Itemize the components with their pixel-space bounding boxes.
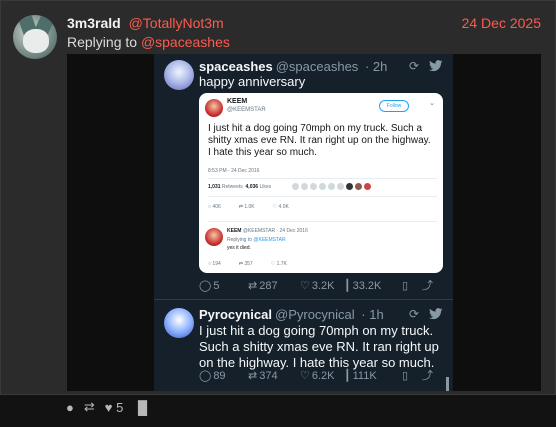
- views-icon: ┃: [344, 369, 351, 382]
- chevron-down-icon: ⌄: [429, 100, 435, 107]
- retweet-button[interactable]: ⇄ 287: [248, 280, 300, 292]
- retweet-icon: ⇄ 1.0K: [238, 204, 255, 210]
- tweet-age: · 1h: [361, 307, 384, 322]
- tweet-avatar[interactable]: [164, 308, 194, 338]
- reply-button[interactable]: ◯ 5: [199, 280, 248, 292]
- keem-reply-avatar: [205, 228, 223, 246]
- user-handle[interactable]: @TotallyNot3m: [129, 15, 224, 31]
- bookmark-icon: ▯: [402, 369, 409, 382]
- reply-text: yes it died.: [227, 245, 251, 251]
- tweet-avatar[interactable]: [164, 60, 194, 90]
- share-button[interactable]: ⤴: [422, 279, 433, 292]
- card-author-handle: @KEEMSTAR: [227, 107, 266, 113]
- views-button[interactable]: ┃ 111K: [344, 370, 402, 382]
- tweet-text: I just hit a dog going 70mph on my truck…: [199, 323, 439, 370]
- reply-icon: ○ 194: [208, 261, 221, 267]
- card-author-name: KEEM: [227, 98, 248, 105]
- tweet-actions: ◯ 89 ⇄ 374 ♡ 6.2K ┃ 111K ▯ ⤴: [199, 370, 443, 382]
- tweet-author-handle[interactable]: @spaceashes: [276, 59, 359, 74]
- heart-icon: ♡ 4.0K: [272, 204, 289, 210]
- tweet-author-name[interactable]: Pyrocynical: [199, 307, 272, 322]
- heart-icon: ♡: [300, 369, 310, 382]
- retweet-button[interactable]: ⇄ 374: [248, 370, 300, 382]
- replying-prefix: Replying to: [67, 34, 138, 50]
- scrollbar[interactable]: [446, 377, 449, 391]
- bookmark-icon: ▯: [402, 279, 409, 292]
- divider: [208, 178, 437, 179]
- embed-area: spaceashes @spaceashes · 2h ⟳ happy anniv…: [67, 54, 541, 391]
- bookmark-button[interactable]: ▯: [402, 369, 422, 382]
- post-actions: ● ⇄ ♥ 5 ▐▌: [66, 399, 152, 415]
- card-stats: 1,031 Retweets 4,036 Likes: [208, 184, 272, 190]
- retweet-icon: ⇄: [248, 369, 258, 382]
- post-date: 24 Dec 2025: [461, 15, 541, 31]
- heart-icon: ♡: [300, 279, 310, 292]
- tweet-pyrocynical[interactable]: Pyrocynical @Pyrocynical · 1h ⟳ I just hi…: [154, 300, 453, 391]
- views-icon: ┃: [344, 279, 351, 292]
- post-container: 3m3rald @TotallyNot3m 24 Dec 2025 Replyi…: [0, 0, 556, 395]
- replying-to: Replying to @spaceashes: [67, 34, 230, 50]
- follow-button: Follow: [379, 100, 409, 112]
- card-action-row: ○ 406 ⇄ 1.0K ♡ 4.0K: [208, 204, 289, 210]
- comment-icon[interactable]: ●: [66, 400, 74, 415]
- refresh-icon[interactable]: ⟳: [409, 59, 419, 73]
- tweet-author-handle[interactable]: @Pyrocynical: [275, 307, 355, 322]
- retweet-icon: ⇄ 357: [238, 261, 253, 267]
- stats-icon[interactable]: ▐▌: [133, 400, 151, 415]
- tweet-author-name[interactable]: spaceashes: [199, 59, 273, 74]
- post-header: 3m3rald @TotallyNot3m: [67, 15, 224, 31]
- tweet-spaceashes[interactable]: spaceashes @spaceashes · 2h ⟳ happy anniv…: [154, 54, 453, 300]
- bookmark-button[interactable]: ▯: [402, 279, 422, 292]
- card-time: 8:53 PM - 24 Dec 2016: [208, 168, 260, 174]
- tweet-author: Pyrocynical @Pyrocynical · 1h: [199, 307, 384, 322]
- share-icon: ⤴: [422, 369, 433, 382]
- quoted-screenshot: KEEM @KEEMSTAR Follow ⌄ I just hit a dog…: [199, 93, 443, 273]
- like-button[interactable]: ♡ 3.2K: [300, 280, 344, 292]
- divider: [208, 196, 437, 197]
- views-button[interactable]: ┃ 33.2K: [344, 280, 402, 292]
- heart-icon: ♡ 1.7K: [270, 261, 287, 267]
- username[interactable]: 3m3rald: [67, 15, 121, 31]
- liker-avatars: [292, 183, 371, 190]
- reply-action-row: ○ 194 ⇄ 357 ♡ 1.7K: [208, 261, 287, 267]
- keem-avatar: [205, 99, 223, 117]
- divider: [208, 221, 437, 222]
- reply-author: KEEM @KEEMSTAR · 24 Dec 2016: [227, 228, 308, 234]
- like-count: 5: [116, 399, 124, 415]
- bird-icon[interactable]: [429, 60, 443, 72]
- like-button[interactable]: ♡ 6.2K: [300, 370, 344, 382]
- user-avatar[interactable]: [13, 15, 57, 59]
- tweet-author: spaceashes @spaceashes · 2h: [199, 59, 387, 74]
- reply-icon: ○ 406: [208, 204, 221, 210]
- share-button[interactable]: ⤴: [422, 369, 433, 382]
- reply-button[interactable]: ◯ 89: [199, 370, 248, 382]
- repost-icon[interactable]: ⇄: [84, 399, 95, 415]
- refresh-icon[interactable]: ⟳: [409, 307, 419, 321]
- reply-replying-to: Replying to @KEEMSTAR: [227, 237, 286, 243]
- like-button[interactable]: ♥ 5: [105, 400, 124, 415]
- retweet-icon: ⇄: [248, 279, 258, 292]
- reply-icon: ◯: [199, 279, 212, 292]
- replying-to-handle[interactable]: @spaceashes: [141, 34, 230, 50]
- card-text: I just hit a dog going 70mph on my truck…: [208, 123, 431, 158]
- tweet-actions: ◯ 5 ⇄ 287 ♡ 3.2K ┃ 33.2K ▯ ⤴: [199, 280, 443, 292]
- twitter-embed: spaceashes @spaceashes · 2h ⟳ happy anniv…: [154, 54, 453, 391]
- reply-icon: ◯: [199, 369, 212, 382]
- bird-icon[interactable]: [429, 308, 443, 320]
- share-icon: ⤴: [422, 279, 433, 292]
- tweet-age: · 2h: [364, 59, 388, 74]
- tweet-text: happy anniversary: [199, 74, 306, 89]
